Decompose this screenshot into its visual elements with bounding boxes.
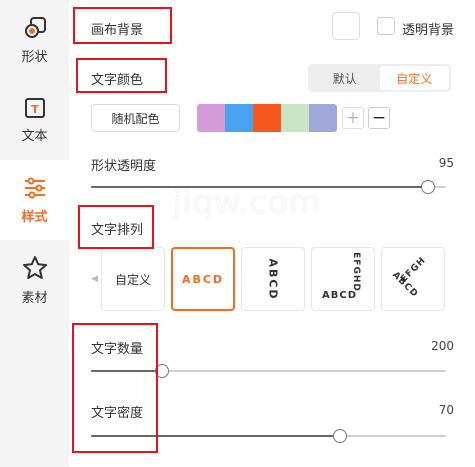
shape-icon <box>24 16 46 38</box>
slider-thumb[interactable] <box>421 180 436 194</box>
palette-swatch[interactable] <box>197 104 225 132</box>
palette-swatch[interactable] <box>281 104 309 132</box>
color-mode-default[interactable]: 默认 <box>310 66 380 90</box>
layout-option-diagonal[interactable]: EFGH ABCD <box>381 247 445 311</box>
sidebar-item-shape[interactable]: 形状 <box>0 0 69 80</box>
transparent-bg-label: 透明背景 <box>402 23 455 38</box>
color-palette <box>197 104 337 132</box>
text-icon: T <box>24 97 45 118</box>
slider-thumb[interactable] <box>332 429 347 443</box>
layout-option-horizontal[interactable]: ABCD <box>171 247 235 311</box>
star-icon <box>22 255 47 279</box>
annotation-box <box>72 323 158 453</box>
annotation-box <box>73 7 172 44</box>
palette-swatch[interactable] <box>309 104 337 132</box>
shape-opacity-value: 95 <box>438 156 454 170</box>
shape-opacity-label: 形状透明度 <box>91 159 157 174</box>
transparent-bg-checkbox[interactable] <box>377 17 395 35</box>
sidebar-item-label: 形状 <box>21 49 48 65</box>
sidebar-item-label: 文本 <box>21 128 48 144</box>
canvas-bg-color-swatch[interactable] <box>332 12 360 40</box>
sliders-icon <box>24 177 45 198</box>
color-mode-custom[interactable]: 自定义 <box>379 66 449 90</box>
layout-option-custom[interactable]: 自定义 <box>101 247 165 311</box>
layout-option-label: 自定义 <box>114 272 151 287</box>
random-color-button[interactable]: 随机配色 <box>91 104 180 132</box>
layout-option-preview: EFGH ABCD <box>382 248 444 310</box>
add-color-button[interactable]: + <box>342 107 364 129</box>
sidebar-item-material[interactable]: 素材 <box>0 240 69 320</box>
palette-swatch[interactable] <box>253 104 281 132</box>
annotation-box <box>78 205 154 249</box>
layout-option-label-bottom: ABCD <box>322 290 358 301</box>
scroll-left-arrow[interactable]: ◀ <box>91 274 98 284</box>
slider-fill <box>91 186 429 188</box>
color-mode-toggle: 默认 自定义 <box>308 64 451 92</box>
layout-option-vertical[interactable]: ABCD <box>241 247 305 311</box>
shape-opacity-slider[interactable] <box>91 180 446 194</box>
palette-swatch[interactable] <box>225 104 253 132</box>
remove-color-button[interactable]: − <box>368 107 390 129</box>
layout-option-label-top: EFGHD <box>350 252 361 292</box>
annotation-box <box>76 58 167 93</box>
text-density-value: 70 <box>438 403 454 417</box>
svg-text:T: T <box>31 103 39 116</box>
sidebar-item-label: 素材 <box>21 290 48 306</box>
style-panel: 画布背景 透明背景 文字颜色 默认 自定义 随机配色 + − 形状透明度 95 … <box>69 0 475 467</box>
text-count-value: 200 <box>431 339 454 353</box>
sidebar-item-label: 样式 <box>21 209 48 225</box>
layout-option-label: ABCD <box>181 272 225 286</box>
layout-option-label: ABCD <box>266 257 280 301</box>
sidebar-item-text[interactable]: T 文本 <box>0 80 69 160</box>
sidebar-item-style[interactable]: 样式 <box>0 160 69 240</box>
sidebar: 形状 T 文本 样式 素材 <box>0 0 69 467</box>
layout-option-mixed[interactable]: EFGHD ABCD <box>311 247 375 311</box>
layout-option-preview: EFGHD ABCD <box>312 248 374 310</box>
